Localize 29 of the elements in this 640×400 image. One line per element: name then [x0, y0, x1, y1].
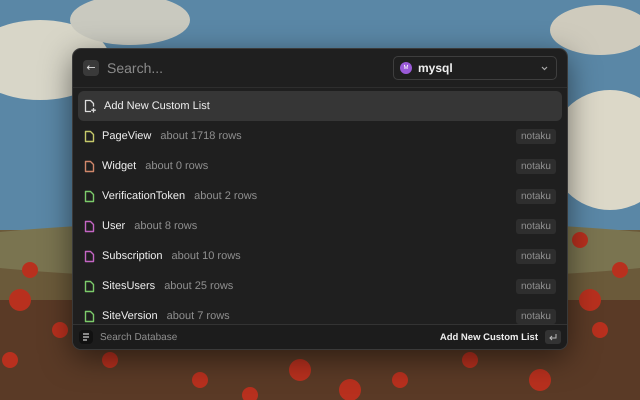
row-count: about 25 rows [164, 280, 234, 292]
search-field[interactable]: Search... [105, 59, 387, 77]
schema-tag: notaku [516, 158, 556, 174]
schema-tag: notaku [516, 308, 556, 324]
schema-tag: notaku [516, 248, 556, 264]
row-count: about 10 rows [172, 250, 242, 262]
schema-tag: notaku [516, 188, 556, 204]
row-count: about 7 rows [166, 310, 231, 322]
row-count: about 8 rows [134, 220, 198, 232]
list-item[interactable]: User about 8 rows notaku [78, 211, 562, 241]
list-item[interactable]: SiteVersion about 7 rows notaku [78, 301, 562, 324]
row-count: about 1718 rows [160, 130, 243, 142]
enter-key-icon [545, 330, 561, 344]
list-item[interactable]: SitesUsers about 25 rows notaku [78, 271, 562, 301]
add-file-icon [84, 99, 97, 113]
list-item[interactable]: VerificationToken about 2 rows notaku [78, 181, 562, 211]
schema-tag: notaku [516, 278, 556, 294]
chevron-icon [541, 66, 548, 70]
list-item[interactable]: Widget about 0 rows notaku [78, 151, 562, 181]
footer-label: Search Database [100, 332, 178, 342]
row-count: about 0 rows [145, 160, 210, 172]
add-list-link[interactable]: Add New Custom List [440, 332, 538, 342]
list-item[interactable]: Subscription about 10 rows notaku [78, 241, 562, 271]
back-button[interactable]: ← [83, 60, 99, 76]
list-item[interactable]: Add New Custom List [78, 91, 562, 121]
row-count: about 2 rows [194, 190, 258, 202]
schema-tag: notaku [516, 128, 556, 144]
list-item[interactable]: PageView about 1718 rows notaku [78, 121, 562, 151]
schema-tag: notaku [516, 218, 556, 234]
